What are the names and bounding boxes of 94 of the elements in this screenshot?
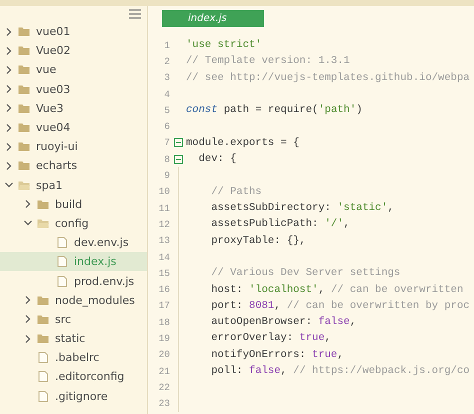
code-line: autoOpenBrowser: false, (210, 316, 356, 328)
folder-icon (18, 141, 30, 152)
folder-icon (18, 102, 30, 114)
folder-item[interactable]: vue03 (0, 80, 147, 99)
folder-item[interactable]: vue (0, 60, 147, 80)
folder-icon (18, 45, 30, 56)
line-number: 23 (158, 398, 170, 410)
chevron-right-icon[interactable] (4, 26, 14, 37)
code-line: proxyTable: {}, (210, 234, 306, 247)
line-number: 17 (158, 300, 170, 312)
code-line: notifyOnErrors: true, (210, 348, 344, 361)
folder-icon (37, 294, 49, 306)
file-item[interactable]: .editorconfig (0, 367, 147, 387)
chevron-right-icon[interactable] (4, 84, 14, 94)
chevron-right-icon[interactable] (4, 46, 14, 56)
line-number: 16 (158, 284, 170, 296)
line-number: 22 (158, 382, 170, 393)
code-line: // see http://vuejs-templates.github.io/webpa (186, 72, 470, 84)
file-icon (37, 352, 49, 364)
folder-item[interactable]: build (0, 194, 147, 214)
code-line: const path = require('path') (186, 104, 362, 116)
folder-item[interactable]: echarts (0, 156, 147, 176)
file-icon (56, 276, 68, 287)
line-number: 21 (158, 366, 170, 377)
folder-icon (37, 218, 49, 229)
code-line: host: 'localhost', // can be overwritten (210, 284, 464, 296)
line-number: 12 (158, 218, 170, 230)
file-item[interactable]: .gitignore (0, 386, 147, 406)
line-number: 2 (163, 56, 170, 67)
folder-item[interactable]: src (0, 310, 147, 329)
file-item[interactable]: .babelrc (0, 348, 147, 368)
code-line: errorOverlay: true, (210, 332, 331, 344)
line-number: 18 (158, 316, 170, 328)
line-number: 10 (158, 186, 170, 198)
code-line: // Various Dev Server settings (210, 267, 400, 280)
folder-icon (18, 84, 30, 95)
code-line: dev: { (198, 153, 236, 166)
line-number: 11 (158, 202, 170, 214)
folder-icon (18, 122, 30, 134)
chevron-right-icon[interactable] (23, 199, 33, 210)
folder-item[interactable]: Vue3 (0, 98, 147, 118)
line-number: 19 (158, 332, 170, 344)
chevron-right-icon[interactable] (4, 160, 14, 171)
file-icon (56, 256, 68, 268)
folder-icon (18, 160, 30, 172)
line-number: 4 (163, 88, 170, 100)
menu-icon[interactable] (129, 9, 141, 19)
code-line: 'use strict' (186, 39, 262, 52)
line-number: 15 (158, 268, 170, 279)
chevron-right-icon[interactable] (4, 122, 14, 133)
folder-item[interactable]: vue04 (0, 118, 147, 138)
code-line: assetsSubDirectory: 'static', (210, 202, 394, 214)
folder-icon (37, 333, 49, 344)
file-icon (37, 371, 49, 382)
line-number: 20 (158, 349, 170, 360)
folder-icon (37, 314, 49, 325)
code-line: poll: false, // https://webpack.js.org/co (210, 365, 470, 378)
folder-icon (18, 26, 30, 38)
file-item[interactable]: dev.env.js (0, 233, 147, 252)
folder-item[interactable]: node_modules (0, 290, 147, 310)
folder-item[interactable]: ruoyi-ui (0, 137, 147, 156)
collapse-icon[interactable] (174, 138, 182, 148)
line-number: 13 (158, 235, 170, 246)
file-icon (56, 237, 68, 248)
code-line: // Template version: 1.3.1 (186, 55, 350, 68)
folder-item[interactable]: config (0, 214, 147, 234)
folder-icon (37, 198, 49, 210)
file-item[interactable]: prod.env.js (0, 271, 147, 291)
chevron-right-icon[interactable] (4, 103, 14, 114)
line-number: 14 (158, 252, 170, 262)
line-number: 7 (163, 137, 170, 148)
folder-item[interactable]: spa1 (0, 176, 147, 195)
folder-icon (18, 180, 30, 191)
line-number: 6 (163, 121, 170, 132)
chevron-right-icon[interactable] (23, 334, 33, 344)
line-number: 1 (163, 40, 170, 51)
chevron-right-icon[interactable] (4, 142, 14, 152)
chevron-right-icon[interactable] (23, 314, 33, 324)
folder-item[interactable]: Vue02 (0, 41, 147, 60)
code-line: port: 8081, // can be overwritten by proc (210, 300, 470, 312)
folder-icon (18, 64, 30, 76)
code-line: assetsPublicPath: '/', (210, 218, 350, 230)
folder-item[interactable]: vue01 (0, 22, 147, 42)
code-line: module.exports = { (186, 136, 300, 149)
collapse-icon[interactable] (174, 154, 182, 164)
folder-item[interactable]: static (0, 329, 147, 348)
line-number: 9 (163, 170, 170, 182)
line-number: 3 (163, 72, 170, 84)
file-icon (37, 390, 49, 402)
line-number: 5 (163, 104, 170, 116)
code-line: // Paths (210, 186, 262, 198)
chevron-right-icon[interactable] (23, 295, 33, 306)
line-number: 8 (163, 154, 170, 165)
chevron-right-icon[interactable] (4, 64, 14, 75)
